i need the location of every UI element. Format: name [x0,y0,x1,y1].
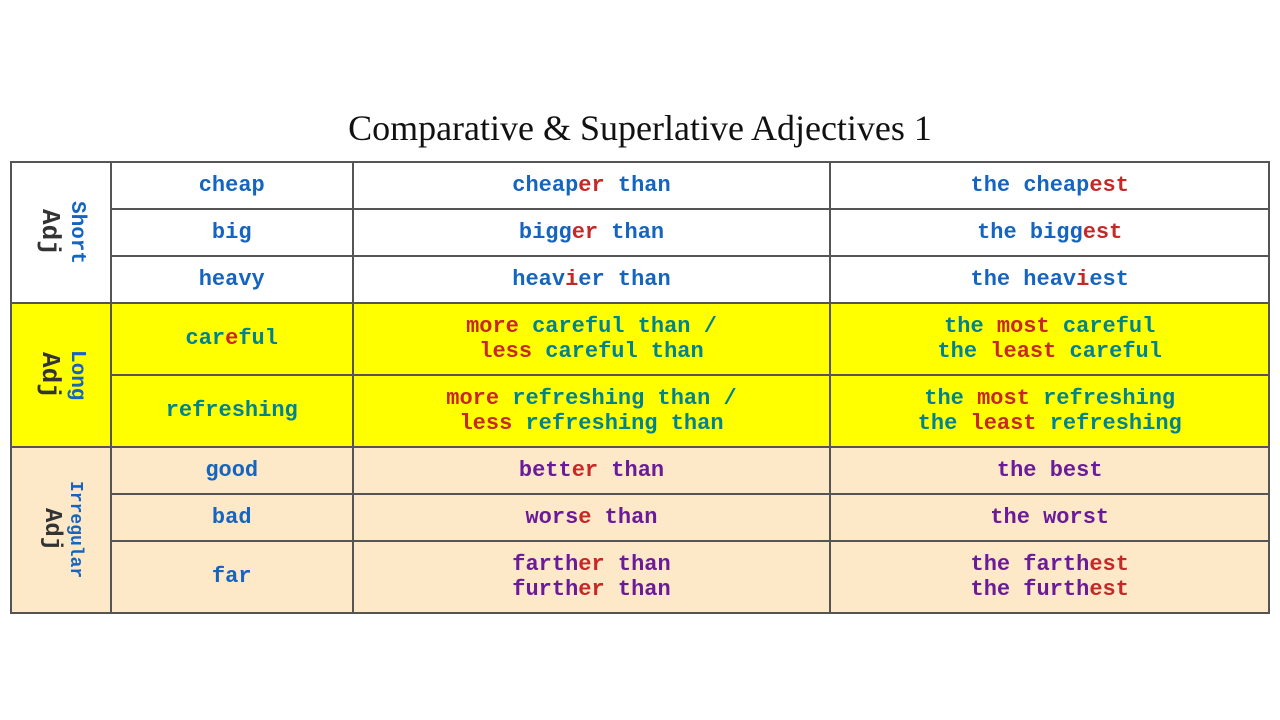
adjectives-table: ShortAdj cheap cheaper than the cheapest… [10,161,1270,614]
table-row: refreshing more refreshing than / less r… [11,375,1269,447]
main-container: Comparative & Superlative Adjectives 1 S… [10,107,1270,614]
base-word: bad [111,494,353,541]
superlative: the most refreshing the least refreshing [830,375,1269,447]
superlative: the cheapest [830,162,1269,209]
comparative: more refreshing than / less refreshing t… [353,375,831,447]
comparative: bigger than [353,209,831,256]
section-label-irregular: IrregularAdj [11,447,111,613]
table-row: LongAdj careful more careful than / less… [11,303,1269,375]
page-title: Comparative & Superlative Adjectives 1 [10,107,1270,149]
table-row: bad worse than the worst [11,494,1269,541]
comparative: heavier than [353,256,831,303]
table-row: big bigger than the biggest [11,209,1269,256]
table-row: IrregularAdj good better than the best [11,447,1269,494]
base-word: cheap [111,162,353,209]
superlative: the most careful the least careful [830,303,1269,375]
base-word: heavy [111,256,353,303]
base-word: refreshing [111,375,353,447]
superlative: the biggest [830,209,1269,256]
base-word: careful [111,303,353,375]
section-label-long: LongAdj [11,303,111,447]
superlative: the farthest the furthest [830,541,1269,613]
section-label-short: ShortAdj [11,162,111,303]
comparative: worse than [353,494,831,541]
base-word: far [111,541,353,613]
superlative: the heaviest [830,256,1269,303]
base-word: big [111,209,353,256]
comparative: farther than further than [353,541,831,613]
comparative: better than [353,447,831,494]
base-word: good [111,447,353,494]
table-row: ShortAdj cheap cheaper than the cheapest [11,162,1269,209]
comparative: cheaper than [353,162,831,209]
table-row: far farther than further than the farthe… [11,541,1269,613]
table-row: heavy heavier than the heaviest [11,256,1269,303]
comparative: more careful than / less careful than [353,303,831,375]
superlative: the best [830,447,1269,494]
superlative: the worst [830,494,1269,541]
